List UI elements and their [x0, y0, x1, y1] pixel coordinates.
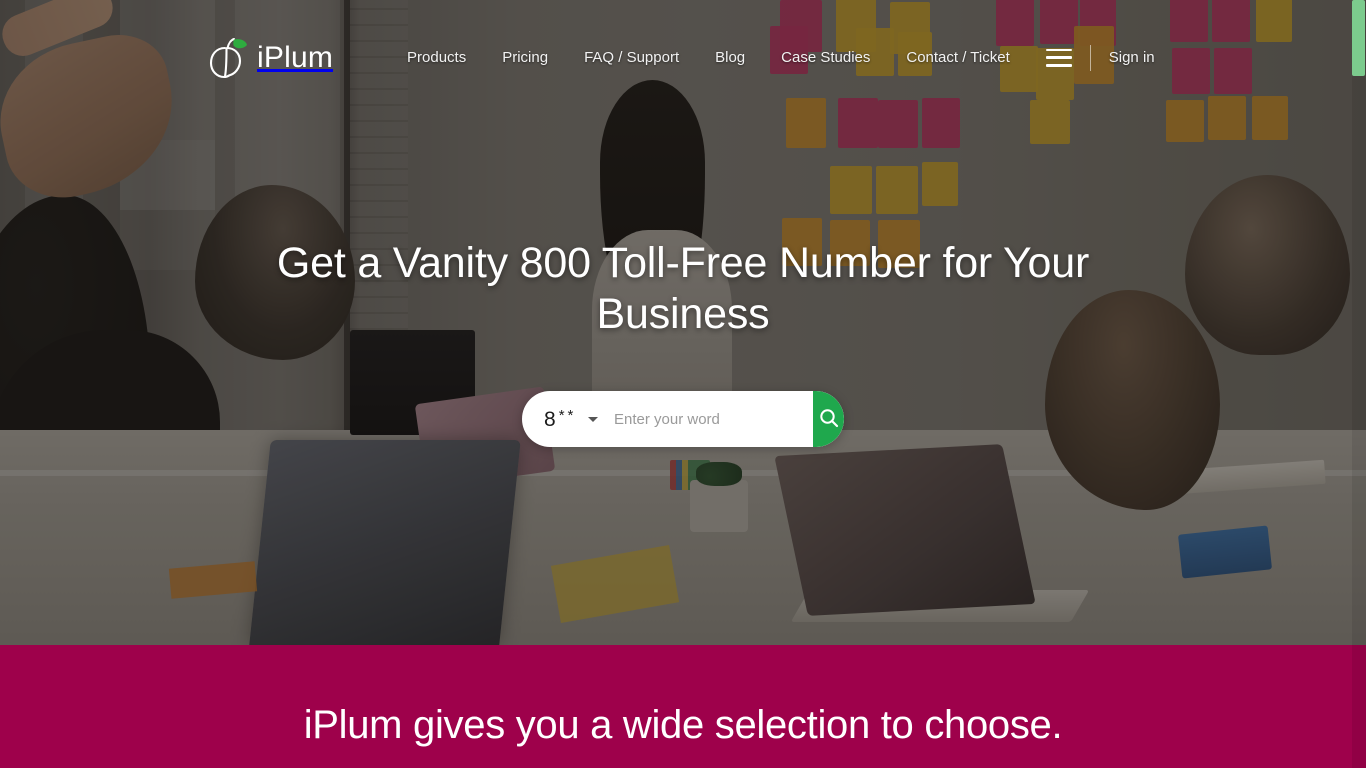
search-icon [817, 406, 841, 433]
page-title: Get a Vanity 800 Toll-Free Number for Yo… [276, 238, 1090, 338]
hamburger-line [1045, 48, 1072, 51]
logo-link[interactable]: iPlum [203, 34, 333, 82]
site-header: iPlum Products Pricing FAQ / Support Blo… [0, 0, 1366, 115]
main-navigation: Products Pricing FAQ / Support Blog Case… [407, 44, 1169, 71]
hamburger-menu-icon[interactable] [1045, 48, 1072, 67]
prefix-digit: 8 [544, 407, 556, 431]
search-button[interactable] [813, 391, 844, 448]
prefix-select[interactable]: 8 ** [522, 391, 608, 447]
nav-item-case-studies[interactable]: Case Studies [781, 49, 870, 66]
logo-text: iPlum [257, 40, 334, 74]
hamburger-line [1045, 56, 1072, 59]
sign-in-link[interactable]: Sign in [1109, 49, 1155, 66]
nav-item-blog[interactable]: Blog [715, 49, 745, 66]
page-scrollbar-thumb[interactable] [1352, 0, 1365, 76]
plum-leaf-logo-icon [203, 34, 251, 82]
nav-item-products[interactable]: Products [407, 49, 466, 66]
prefix-stars: ** [558, 406, 577, 424]
vanity-number-search-bar: 8 ** [522, 391, 844, 448]
nav-item-pricing[interactable]: Pricing [502, 49, 548, 66]
page-scrollbar-track[interactable] [1352, 0, 1366, 768]
search-input[interactable] [608, 391, 813, 448]
nav-item-contact-ticket[interactable]: Contact / Ticket [906, 49, 1009, 66]
nav-divider [1089, 44, 1091, 71]
chevron-down-icon [588, 416, 599, 422]
selection-banner-text: iPlum gives you a wide selection to choo… [303, 703, 1063, 747]
hamburger-line [1045, 64, 1072, 67]
nav-item-faq-support[interactable]: FAQ / Support [584, 49, 679, 66]
page-root: iPlum Products Pricing FAQ / Support Blo… [0, 0, 1366, 768]
selection-banner: iPlum gives you a wide selection to choo… [0, 645, 1366, 768]
